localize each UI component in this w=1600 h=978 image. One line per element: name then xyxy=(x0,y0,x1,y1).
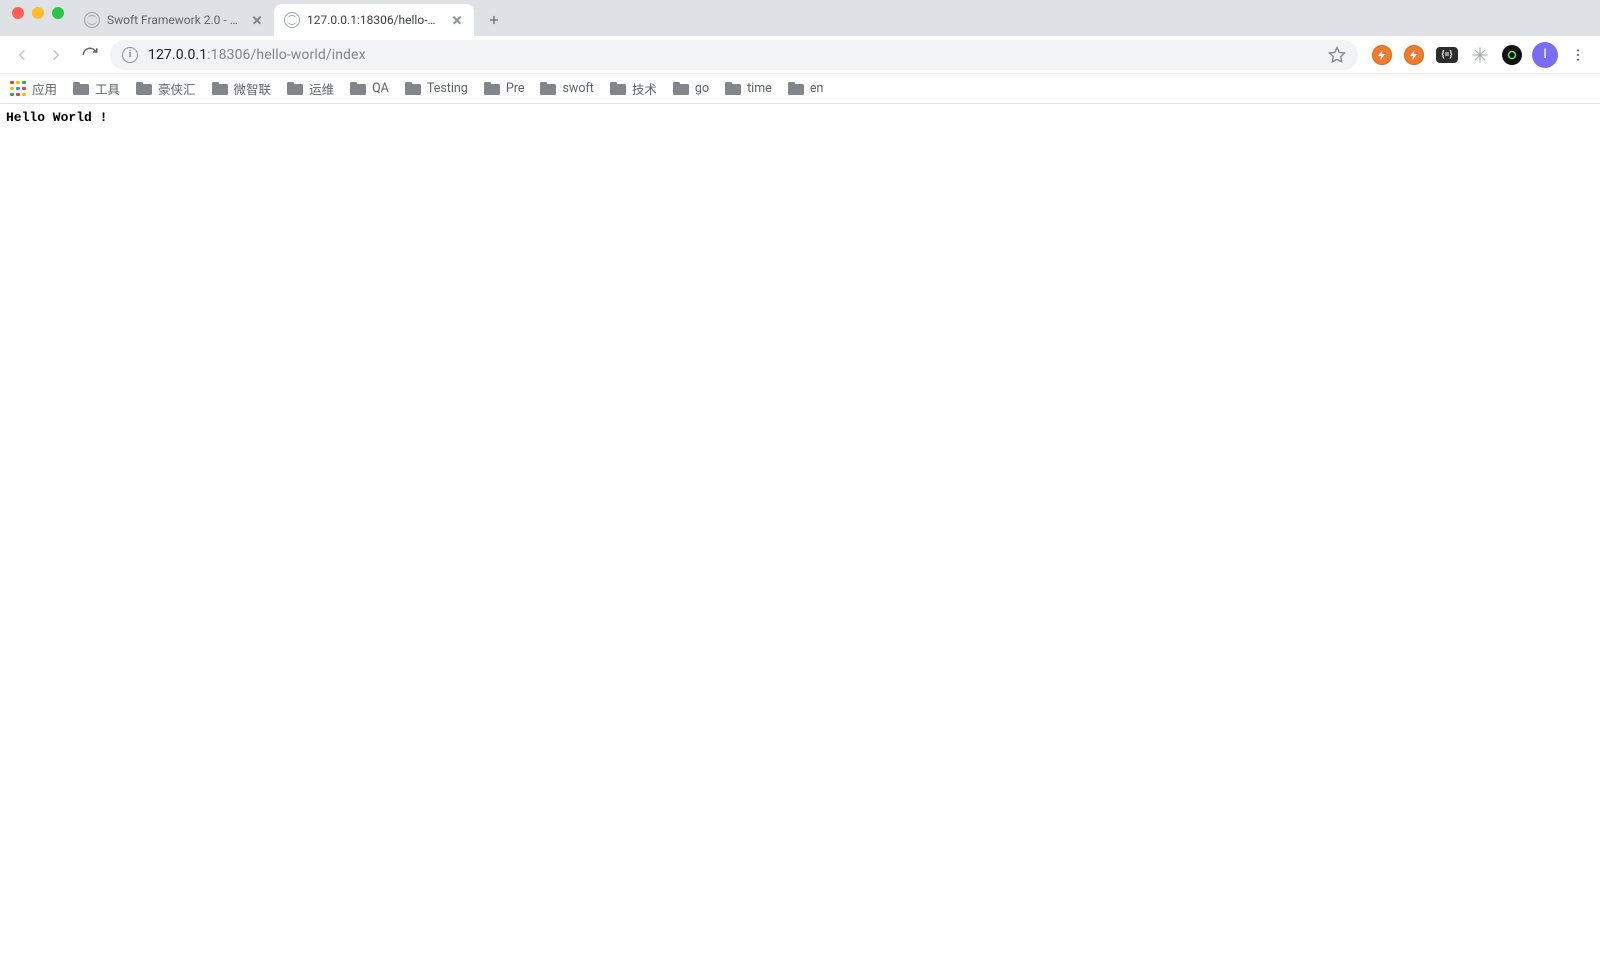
bookmark-folder[interactable]: Testing xyxy=(405,81,468,96)
tab-strip: Swoft Framework 2.0 - PHP mi 127.0.0.1:1… xyxy=(0,0,1600,36)
window-close-button[interactable] xyxy=(12,7,24,19)
folder-icon xyxy=(405,82,421,95)
window-minimize-button[interactable] xyxy=(32,7,44,19)
folder-icon xyxy=(673,82,689,95)
bookmark-label: QA xyxy=(372,81,389,96)
folder-icon xyxy=(73,82,89,95)
bookmark-label: en xyxy=(810,81,824,96)
folder-icon xyxy=(540,82,556,95)
bookmark-folder[interactable]: QA xyxy=(350,81,389,96)
folder-icon xyxy=(136,82,152,95)
bookmark-folder[interactable]: Pre xyxy=(484,81,525,96)
extension-icon-2[interactable] xyxy=(1404,45,1424,65)
page-body-text: Hello World ! xyxy=(0,104,1600,131)
bookmark-folder[interactable]: 运维 xyxy=(287,79,334,98)
folder-icon xyxy=(484,82,500,95)
menu-button[interactable] xyxy=(1564,41,1592,69)
window-controls xyxy=(8,7,74,29)
snowflake-icon[interactable] xyxy=(1470,45,1490,65)
bookmark-label: 技术 xyxy=(632,79,657,98)
apps-grid-icon xyxy=(10,81,26,97)
folder-icon xyxy=(725,82,741,95)
extension-icon-3[interactable]: {=} xyxy=(1436,47,1458,63)
extension-icons: {=} xyxy=(1364,45,1526,65)
address-bar[interactable]: i 127.0.0.1:18306/hello-world/index xyxy=(110,40,1358,70)
bookmark-folder[interactable]: go xyxy=(673,81,709,96)
bookmark-label: Testing xyxy=(427,81,468,96)
bookmark-folder[interactable]: 技术 xyxy=(610,79,657,98)
url-host: 127.0.0.1 xyxy=(148,47,207,63)
bookmark-star-icon[interactable] xyxy=(1328,46,1346,64)
bookmark-label: swoft xyxy=(562,81,593,96)
apps-label: 应用 xyxy=(32,79,57,98)
bookmark-label: 运维 xyxy=(309,79,334,98)
site-info-icon[interactable]: i xyxy=(122,47,138,63)
bookmark-folder[interactable]: en xyxy=(788,81,824,96)
url-text: 127.0.0.1:18306/hello-world/index xyxy=(148,47,1318,63)
tab-localhost[interactable]: 127.0.0.1:18306/hello-world/ind xyxy=(274,4,474,36)
url-path: :18306/hello-world/index xyxy=(207,47,365,63)
bookmark-label: 工具 xyxy=(95,79,120,98)
bookmark-label: time xyxy=(747,81,772,96)
bookmark-folder[interactable]: swoft xyxy=(540,81,593,96)
tab-title: Swoft Framework 2.0 - PHP mi xyxy=(107,13,243,27)
bookmark-label: Pre xyxy=(506,81,525,96)
new-tab-button[interactable] xyxy=(480,6,508,34)
tab-swoft[interactable]: Swoft Framework 2.0 - PHP mi xyxy=(74,4,274,36)
bookmark-folder[interactable]: 微智联 xyxy=(212,79,272,98)
window-maximize-button[interactable] xyxy=(52,7,64,19)
apps-button[interactable]: 应用 xyxy=(10,79,57,98)
globe-icon xyxy=(84,12,100,28)
folder-icon xyxy=(788,82,804,95)
bookmark-folder[interactable]: 工具 xyxy=(73,79,120,98)
forward-button[interactable] xyxy=(42,41,70,69)
globe-icon xyxy=(284,12,300,28)
bookmark-label: go xyxy=(695,81,709,96)
reload-button[interactable] xyxy=(76,41,104,69)
folder-icon xyxy=(212,82,228,95)
bookmark-folder[interactable]: 豪侠汇 xyxy=(136,79,196,98)
bookmark-folder[interactable]: time xyxy=(725,81,772,96)
bookmark-label: 豪侠汇 xyxy=(158,79,196,98)
close-icon[interactable] xyxy=(450,13,464,27)
folder-icon xyxy=(610,82,626,95)
tab-title: 127.0.0.1:18306/hello-world/ind xyxy=(307,13,443,27)
bookmark-label: 微智联 xyxy=(234,79,272,98)
extension-icon-5[interactable] xyxy=(1502,45,1522,65)
toolbar: i 127.0.0.1:18306/hello-world/index {=} … xyxy=(0,36,1600,74)
close-icon[interactable] xyxy=(250,13,264,27)
folder-icon xyxy=(350,82,366,95)
extension-icon-1[interactable] xyxy=(1372,45,1392,65)
profile-avatar[interactable]: I xyxy=(1532,42,1558,68)
folder-icon xyxy=(287,82,303,95)
back-button[interactable] xyxy=(8,41,36,69)
bookmarks-bar: 应用 工具 豪侠汇 微智联 运维 QA Testing Pre swoft 技术… xyxy=(0,74,1600,104)
